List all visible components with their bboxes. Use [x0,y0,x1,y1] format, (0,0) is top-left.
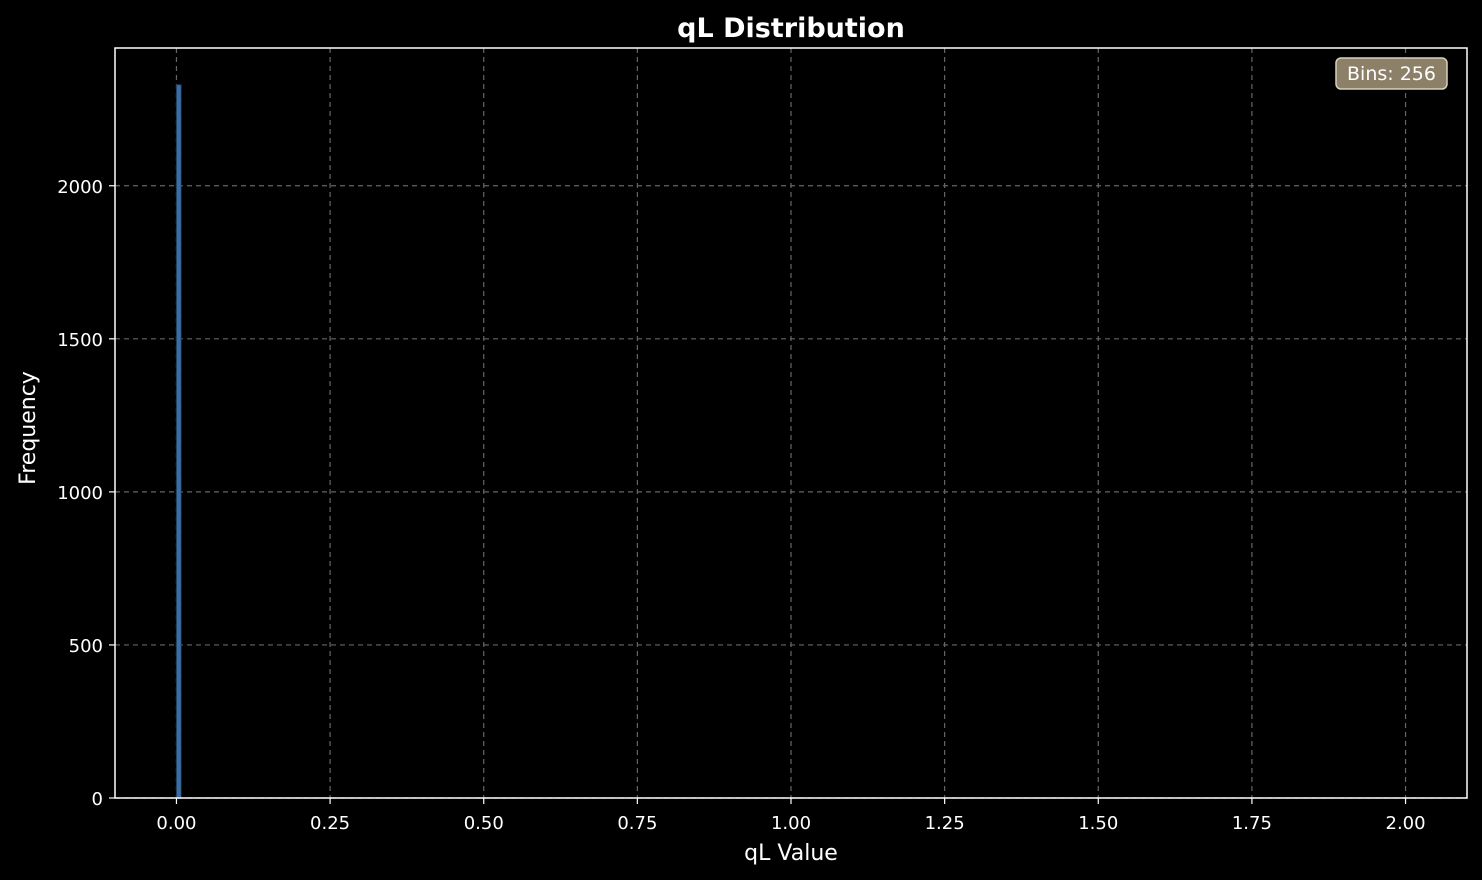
y-axis-label: Frequency [16,371,41,485]
bins-badge-text: Bins: 256 [1347,63,1436,85]
y-tick-label: 0 [92,789,103,810]
histogram-chart: 0.00 0.25 0.50 0.75 1.00 1.25 1.50 1.75 2.00 0 500… [0,0,1482,880]
bins-badge: Bins: 256 [1335,57,1448,90]
x-tick-label: 1.75 [1232,813,1272,834]
y-tick-label: 2000 [57,177,103,198]
y-tick-label: 500 [69,636,103,657]
histogram-bar [176,84,182,799]
chart-container: 0.00 0.25 0.50 0.75 1.00 1.25 1.50 1.75 2.00 0 500… [0,0,1482,880]
x-tick-label: 1.00 [771,813,811,834]
x-tick-label: 0.00 [156,813,196,834]
x-tick-label: 1.50 [1078,813,1118,834]
x-tick-label: 0.25 [310,813,350,834]
x-tick-label: 2.00 [1386,813,1426,834]
x-tick-label: 0.50 [464,813,504,834]
x-tick-label: 1.25 [925,813,965,834]
y-tick-label: 1000 [57,483,103,504]
figure-background [0,0,1482,880]
chart-title: qL Distribution [677,13,905,44]
x-tick-label: 0.75 [617,813,657,834]
histogram-bars [176,84,182,799]
y-tick-label: 1500 [57,330,103,351]
x-axis-label: qL Value [744,841,838,866]
